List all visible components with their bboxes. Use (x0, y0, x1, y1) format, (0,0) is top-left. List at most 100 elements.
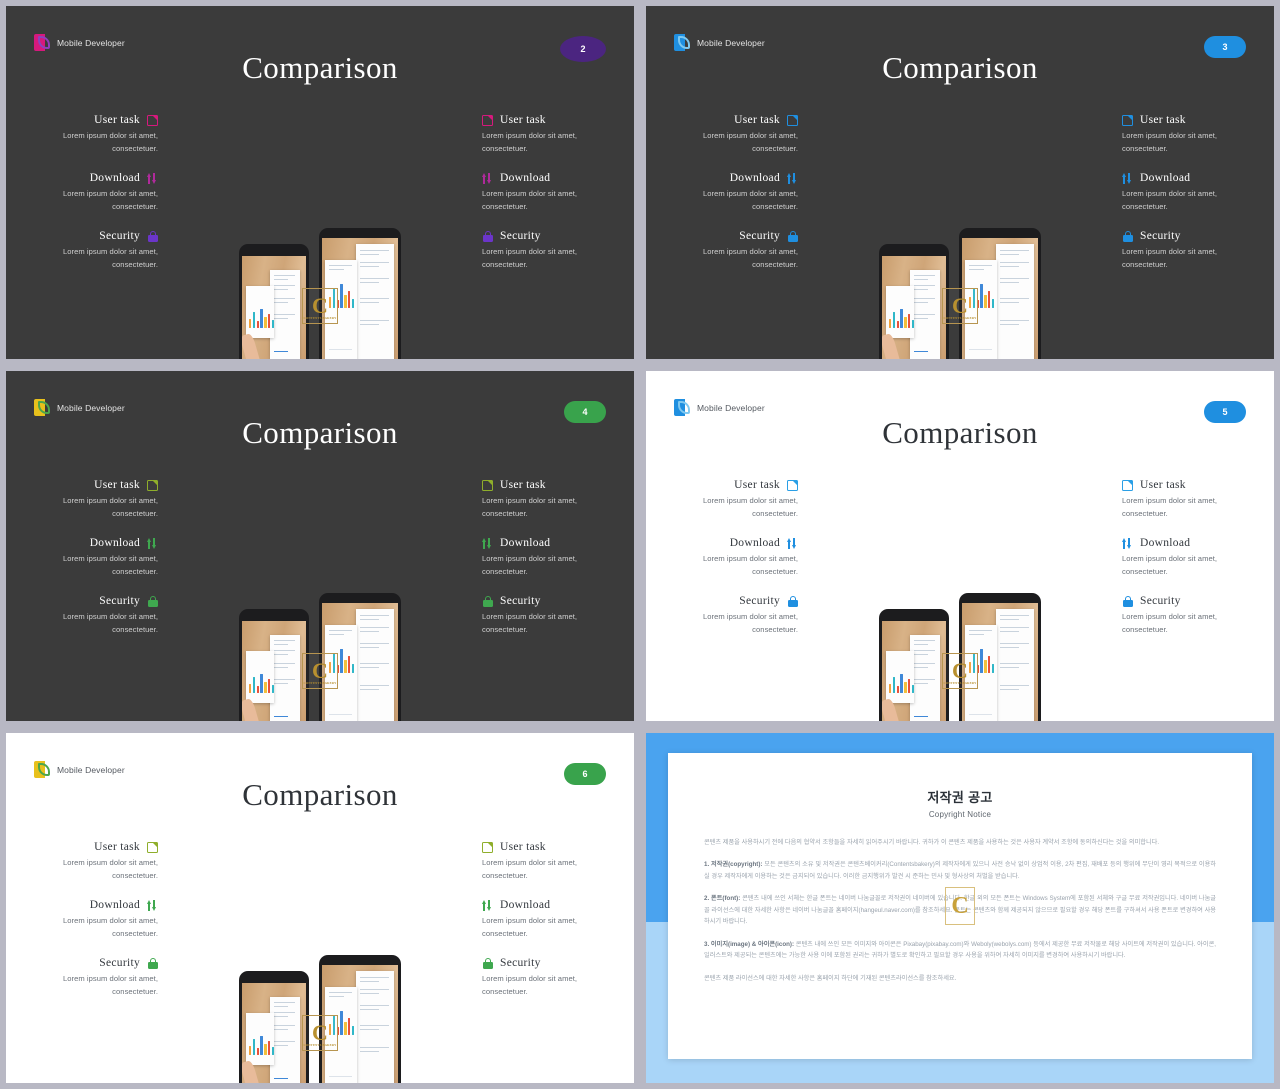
feature-heading: Security (1122, 230, 1250, 242)
slide-cell-2[interactable]: Mobile Developer 2 Comparison User task … (0, 0, 640, 365)
feature-heading: Download (482, 537, 610, 549)
feature-heading: Download (670, 537, 798, 549)
content-columns: User task Lorem ipsum dolor sit amet, con… (6, 479, 634, 721)
contents-bakery-watermark: C CONTENTS BAKERY (302, 652, 338, 689)
feature-label: Download (1140, 537, 1191, 550)
feature-text: Lorem ipsum dolor sit amet, consectetuer. (482, 858, 578, 880)
feature-security: Security Lorem ipsum dolor sit amet, cons… (482, 957, 610, 998)
brand-logo-3: Mobile Developer (674, 34, 765, 51)
lock-icon (147, 595, 158, 607)
feature-heading: Security (30, 957, 158, 969)
feature-label: User task (1140, 114, 1186, 126)
feature-text: Lorem ipsum dolor sit amet, consectetuer. (702, 554, 798, 576)
feature-download: Download Lorem ipsum dolor sit amet, cons… (30, 899, 158, 940)
contents-bakery-watermark: C CONTENTS BAKERY (942, 287, 978, 324)
slide-2[interactable]: Mobile Developer 2 Comparison User task … (6, 6, 634, 359)
right-feature-column: User task Lorem ipsum dolor sit amet, con… (1122, 479, 1250, 636)
feature-label: Download (89, 899, 140, 912)
feature-heading: User task (1122, 114, 1250, 126)
brand-logo-4: Mobile Developer (34, 399, 125, 416)
slide-cell-5[interactable]: Mobile Developer 5 Comparison User task … (640, 365, 1280, 727)
feature-download: Download Lorem ipsum dolor sit amet, cons… (670, 537, 798, 578)
copyright-footer: 콘텐츠 제품 라이선스에 대한 자세한 사항은 홈페이지 하단에 기재된 콘텐츠… (704, 974, 957, 982)
up-down-arrows-icon (147, 172, 158, 184)
lock-icon (787, 595, 798, 607)
feature-download: Download Lorem ipsum dolor sit amet, cons… (670, 172, 798, 213)
left-feature-column: User task Lorem ipsum dolor sit amet, con… (670, 479, 798, 636)
edit-square-icon (1122, 479, 1133, 491)
feature-user-task: User task Lorem ipsum dolor sit amet, con… (30, 114, 158, 155)
feature-user-task: User task Lorem ipsum dolor sit amet, con… (482, 479, 610, 520)
left-feature-column: User task Lorem ipsum dolor sit amet, con… (30, 114, 158, 271)
page-title: Comparison (242, 415, 398, 450)
feature-label: Download (500, 172, 551, 185)
slide-4[interactable]: Mobile Developer 4 Comparison User task … (6, 371, 634, 721)
feature-download: Download Lorem ipsum dolor sit amet, cons… (1122, 172, 1250, 213)
feature-label: Security (500, 595, 541, 608)
lock-icon (482, 957, 493, 969)
feature-user-task: User task Lorem ipsum dolor sit amet, con… (670, 114, 798, 155)
feature-text: Lorem ipsum dolor sit amet, consectetuer. (482, 131, 578, 153)
feature-text: Lorem ipsum dolor sit amet, consectetuer. (62, 916, 158, 938)
slide-cell-4[interactable]: Mobile Developer 4 Comparison User task … (0, 365, 640, 727)
feature-heading: Security (482, 957, 610, 969)
contents-bakery-watermark: C (945, 887, 975, 925)
edit-square-icon (482, 114, 493, 126)
feature-heading: Security (30, 230, 158, 242)
feature-text: Lorem ipsum dolor sit amet, consectetuer. (702, 247, 798, 269)
copyright-slide[interactable]: 저작권 공고 Copyright Notice 콘텐츠 제품을 사용하시기 전에… (646, 733, 1274, 1083)
slide-6[interactable]: Mobile Developer 6 Comparison User task … (6, 733, 634, 1083)
feature-label: Download (729, 537, 780, 550)
edit-square-icon (482, 479, 493, 491)
feature-user-task: User task Lorem ipsum dolor sit amet, con… (482, 841, 610, 882)
phone-small (239, 609, 309, 721)
feature-label: User task (734, 479, 780, 491)
feature-download: Download Lorem ipsum dolor sit amet, cons… (482, 537, 610, 578)
edit-square-icon (482, 841, 493, 853)
feature-label: Security (500, 230, 541, 243)
phone-small (239, 244, 309, 359)
brand-logo-6: Mobile Developer (34, 761, 125, 778)
feature-heading: User task (30, 841, 158, 853)
feature-download: Download Lorem ipsum dolor sit amet, cons… (482, 172, 610, 213)
phone-mockup-image: C CONTENTS BAKERY (871, 589, 1049, 721)
feature-label: Security (99, 230, 140, 243)
content-columns: User task Lorem ipsum dolor sit amet, con… (6, 114, 634, 359)
feature-heading: User task (30, 479, 158, 491)
up-down-arrows-icon (147, 899, 158, 911)
feature-label: Download (500, 899, 551, 912)
contents-bakery-watermark: C CONTENTS BAKERY (302, 1014, 338, 1051)
edit-square-icon (147, 841, 158, 853)
feature-user-task: User task Lorem ipsum dolor sit amet, con… (482, 114, 610, 155)
left-feature-column: User task Lorem ipsum dolor sit amet, con… (670, 114, 798, 271)
feature-label: Download (89, 537, 140, 550)
feature-heading: User task (670, 479, 798, 491)
feature-heading: Security (482, 230, 610, 242)
feature-text: Lorem ipsum dolor sit amet, consectetuer. (702, 496, 798, 518)
feature-download: Download Lorem ipsum dolor sit amet, cons… (482, 899, 610, 940)
right-feature-column: User task Lorem ipsum dolor sit amet, con… (482, 479, 610, 636)
slide-cell-3[interactable]: Mobile Developer 3 Comparison User task … (640, 0, 1280, 365)
feature-text: Lorem ipsum dolor sit amet, consectetuer. (1122, 189, 1218, 211)
feature-text: Lorem ipsum dolor sit amet, consectetuer. (482, 916, 578, 938)
slide-cell-6[interactable]: Mobile Developer 6 Comparison User task … (0, 727, 640, 1089)
feature-text: Lorem ipsum dolor sit amet, consectetuer. (482, 496, 578, 518)
feature-security: Security Lorem ipsum dolor sit amet, cons… (1122, 230, 1250, 271)
feature-text: Lorem ipsum dolor sit amet, consectetuer. (62, 858, 158, 880)
feature-download: Download Lorem ipsum dolor sit amet, cons… (30, 172, 158, 213)
feature-label: User task (94, 479, 140, 491)
page-title: Comparison (882, 50, 1038, 85)
feature-label: Security (99, 595, 140, 608)
slide-5[interactable]: Mobile Developer 5 Comparison User task … (646, 371, 1274, 721)
feature-text: Lorem ipsum dolor sit amet, consectetuer. (482, 247, 578, 269)
feature-heading: User task (482, 841, 610, 853)
feature-text: Lorem ipsum dolor sit amet, consectetuer. (62, 131, 158, 153)
feature-user-task: User task Lorem ipsum dolor sit amet, con… (30, 479, 158, 520)
copyright-subtitle: Copyright Notice (928, 810, 992, 819)
edit-square-icon (147, 114, 158, 126)
phone-mockup-image: C CONTENTS BAKERY (871, 224, 1049, 359)
lock-icon (482, 230, 493, 242)
slide-3[interactable]: Mobile Developer 3 Comparison User task … (646, 6, 1274, 359)
slide-cell-copyright[interactable]: 저작권 공고 Copyright Notice 콘텐츠 제품을 사용하시기 전에… (640, 727, 1280, 1089)
phone-mockup-image: C CONTENTS BAKERY (231, 951, 409, 1083)
